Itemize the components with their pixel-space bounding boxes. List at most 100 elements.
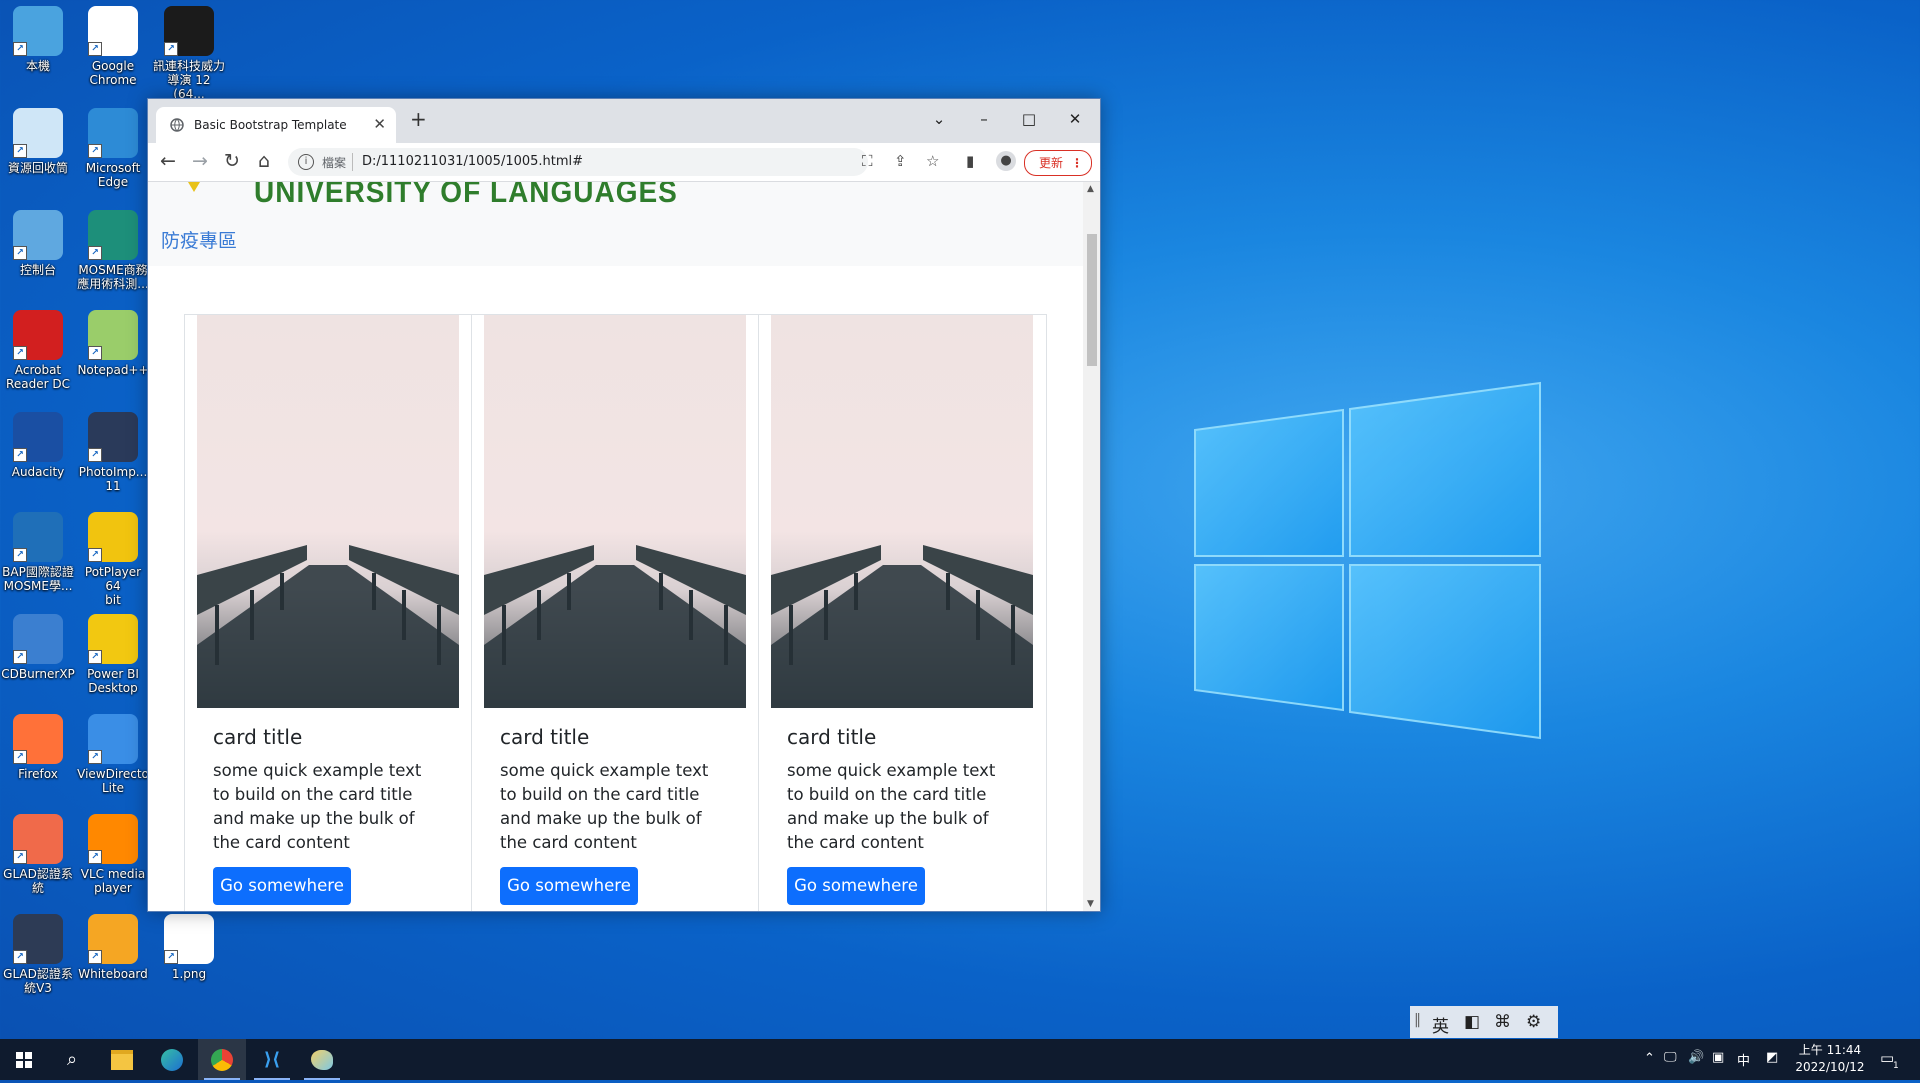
shortcut-arrow-icon: ↗ — [88, 144, 102, 158]
show-hidden-icons[interactable]: ⌃ — [1644, 1051, 1655, 1066]
card-text: some quick example text to build on the … — [787, 761, 996, 852]
desktop-icon-label: PhotoImp... 11 — [78, 465, 148, 493]
desktop-icon[interactable]: ↗ 資源回收筒 — [1, 108, 75, 175]
desktop-icon[interactable]: ↗ 訊連科技威力 導演 12 (64... — [152, 6, 226, 101]
reload-icon[interactable]: ↻ — [220, 150, 244, 172]
maximize-button[interactable]: □ — [1006, 105, 1052, 133]
tab-close-icon[interactable]: ✕ — [373, 115, 386, 133]
glad-v3-icon: ↗ — [13, 914, 63, 964]
page-viewport: UNIVERSITY OF LANGUAGES 防疫專區 card title s… — [148, 182, 1083, 911]
desktop-icon[interactable]: ↗ MOSME商務 應用術科測... — [76, 210, 150, 291]
shortcut-arrow-icon: ↗ — [88, 850, 102, 864]
url-separator — [352, 153, 353, 171]
desktop-icon[interactable]: ↗ CDBurnerXP — [1, 614, 75, 681]
close-window-button[interactable]: ✕ — [1052, 105, 1098, 133]
search-icon[interactable]: ⌕ — [48, 1039, 96, 1080]
desktop-icon[interactable]: ↗ Microsoft Edge — [76, 108, 150, 189]
input-mode-indicator[interactable]: 中 — [1737, 1050, 1750, 1069]
more-menu-icon[interactable]: ⋮ — [1071, 151, 1083, 175]
bookmark-star-icon[interactable]: ☆ — [926, 152, 939, 170]
network-icon[interactable]: 🖵 — [1664, 1050, 1677, 1065]
powerbi-icon: ↗ — [88, 614, 138, 664]
shortcut-arrow-icon: ↗ — [88, 548, 102, 562]
side-panel-icon[interactable]: ▮ — [966, 152, 974, 170]
desktop-icon[interactable]: ↗ Power BI Desktop — [76, 614, 150, 695]
desktop-icon[interactable]: ↗ GLAD認證系 統 — [1, 814, 75, 895]
desktop-icon[interactable]: ↗ Notepad++ — [76, 310, 150, 377]
desktop-icon[interactable]: ↗ Google Chrome — [76, 6, 150, 87]
card-group: card title some quick example text to bui… — [184, 314, 1047, 911]
home-icon[interactable]: ⌂ — [252, 150, 276, 172]
desktop-icon[interactable]: ↗ Audacity — [1, 412, 75, 479]
edge-taskbar-icon[interactable] — [148, 1039, 196, 1080]
go-somewhere-button[interactable]: Go somewhere — [500, 867, 638, 905]
desktop-icon[interactable]: ↗ Firefox — [1, 714, 75, 781]
notification-count: 1 — [1893, 1061, 1899, 1071]
ime-language-toggle[interactable]: 英 — [1432, 1012, 1449, 1037]
url-text[interactable]: D:/1110211031/1005/1005.html# — [362, 154, 583, 169]
update-button[interactable]: 更新 ⋮ — [1024, 150, 1092, 176]
ime-fullwidth-icon[interactable]: ◧ — [1464, 1012, 1480, 1032]
file-explorer-icon[interactable] — [98, 1039, 146, 1080]
scroll-up-icon[interactable]: ▲ — [1087, 184, 1094, 194]
recycle-bin-icon: ↗ — [13, 108, 63, 158]
notepad-plus-icon: ↗ — [88, 310, 138, 360]
mosme-icon: ↗ — [88, 210, 138, 260]
desktop-icon[interactable]: ↗ VLC media player — [76, 814, 150, 895]
ime-mode-icon[interactable]: ◩ — [1766, 1050, 1778, 1065]
forward-icon[interactable]: → — [188, 150, 212, 172]
glad-icon: ↗ — [13, 814, 63, 864]
chrome-taskbar-icon[interactable] — [198, 1039, 246, 1080]
university-name: UNIVERSITY OF LANGUAGES — [254, 182, 678, 209]
meet-now-icon[interactable]: ▣ — [1712, 1050, 1724, 1065]
profile-avatar-icon[interactable]: ● — [996, 151, 1016, 171]
paint-taskbar-icon[interactable] — [298, 1039, 346, 1080]
shortcut-arrow-icon: ↗ — [13, 548, 27, 562]
desktop-icon[interactable]: ↗ GLAD認證系 統V3 — [1, 914, 75, 995]
shortcut-arrow-icon: ↗ — [13, 144, 27, 158]
scroll-thumb[interactable] — [1087, 234, 1097, 366]
translate-icon[interactable]: ⛶ — [862, 152, 873, 170]
desktop-icon-label: 訊連科技威力 導演 12 (64... — [152, 59, 225, 101]
desktop-icon[interactable]: ↗ BAP國際認證 MOSME學... — [1, 512, 75, 593]
desktop-icon[interactable]: ↗ 本機 — [1, 6, 75, 73]
card: card title some quick example text to bui… — [471, 314, 760, 911]
tab-basic-bootstrap[interactable]: Basic Bootstrap Template ✕ — [156, 107, 396, 143]
audacity-icon: ↗ — [13, 412, 63, 462]
shortcut-arrow-icon: ↗ — [13, 448, 27, 462]
shortcut-arrow-icon: ↗ — [88, 950, 102, 964]
nav-link-epidemic[interactable]: 防疫專區 — [161, 226, 237, 253]
card: card title some quick example text to bui… — [758, 314, 1047, 911]
desktop-icon-label: 本機 — [25, 59, 50, 73]
vscode-taskbar-icon[interactable]: ⟩⟨ — [248, 1039, 296, 1080]
page-scrollbar[interactable]: ▲ ▼ — [1083, 182, 1100, 911]
desktop-icon[interactable]: ↗ 1.png — [152, 914, 226, 981]
new-tab-button[interactable]: + — [410, 107, 427, 131]
powerdirector-icon: ↗ — [164, 6, 214, 56]
scroll-down-icon[interactable]: ▼ — [1087, 899, 1094, 909]
desktop-icon-label: PotPlayer 64 bit — [84, 565, 142, 607]
clock[interactable]: 上午 11:44 2022/10/12 — [1795, 1042, 1865, 1076]
go-somewhere-button[interactable]: Go somewhere — [787, 867, 925, 905]
info-icon[interactable]: i — [298, 154, 314, 170]
desktop-icon[interactable]: ↗ 控制台 — [1, 210, 75, 277]
minimize-button[interactable]: – — [961, 105, 1007, 133]
back-icon[interactable]: ← — [156, 150, 180, 172]
ime-grip-icon[interactable]: ‖ — [1414, 1012, 1421, 1028]
firefox-icon: ↗ — [13, 714, 63, 764]
shortcut-arrow-icon: ↗ — [164, 42, 178, 56]
share-icon[interactable]: ⇪ — [894, 152, 907, 170]
desktop-icon[interactable]: ↗ Whiteboard — [76, 914, 150, 981]
desktop-icon[interactable]: ↗ PhotoImp... 11 — [76, 412, 150, 493]
desktop-icon[interactable]: ↗ Acrobat Reader DC — [1, 310, 75, 391]
volume-icon[interactable]: 🔊 — [1688, 1050, 1704, 1065]
start-button[interactable] — [0, 1039, 48, 1080]
desktop-icon[interactable]: ↗ ViewDirecto Lite — [76, 714, 150, 795]
edge-icon: ↗ — [88, 108, 138, 158]
address-bar[interactable]: i 檔案 D:/1110211031/1005/1005.html# — [288, 148, 868, 176]
ime-tools-icon[interactable]: ⌘ — [1494, 1012, 1511, 1032]
go-somewhere-button[interactable]: Go somewhere — [213, 867, 351, 905]
tab-search-button[interactable]: ⌄ — [916, 105, 962, 133]
desktop-icon[interactable]: ↗ PotPlayer 64 bit — [76, 512, 150, 607]
ime-settings-icon[interactable]: ⚙ — [1526, 1012, 1541, 1032]
